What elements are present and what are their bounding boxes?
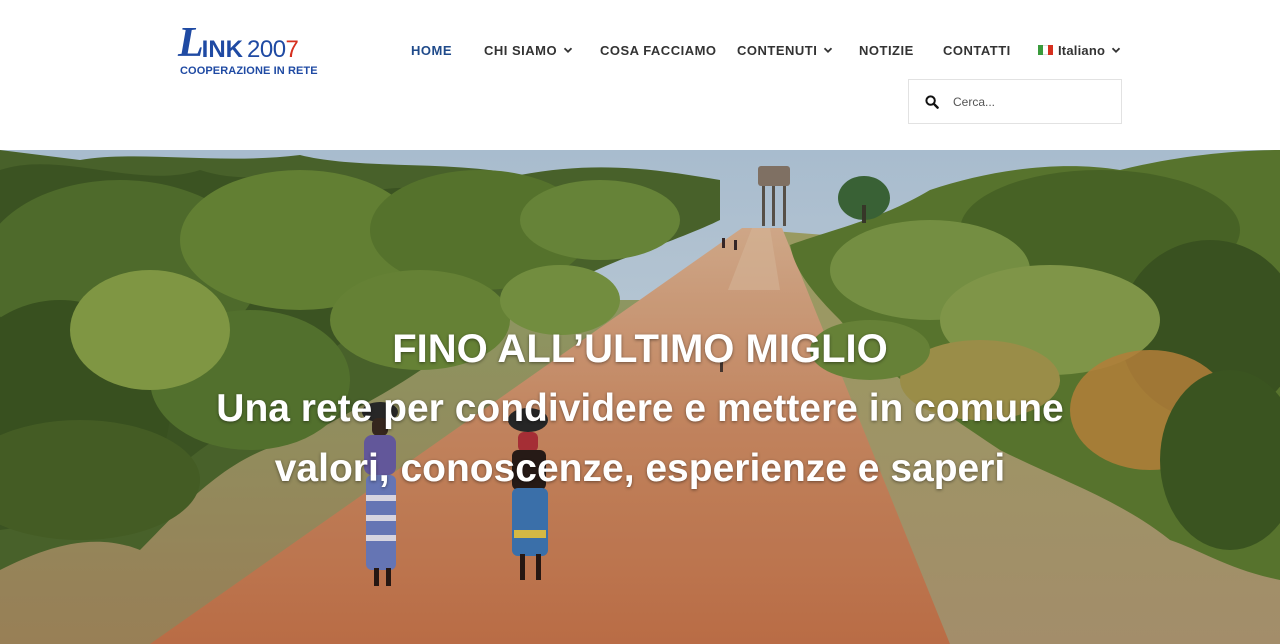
site-header: L INK 2007 COOPERAZIONE IN RETE HOME CHI… [0,0,1280,150]
logo-subtitle: COOPERAZIONE IN RETE [180,65,318,77]
search-icon[interactable] [925,94,939,109]
italy-flag-icon [1038,45,1053,55]
nav-item-chi-siamo[interactable]: CHI SIAMO [484,38,573,62]
nav-item-label: NOTIZIE [859,42,914,58]
main-navigation: HOME CHI SIAMO COSA FACCIAMO CONTENUTI N… [0,38,1280,62]
hero-tagline-line-1: Una rete per condividere e mettere in co… [216,387,1064,430]
nav-item-label: CONTATTI [943,42,1011,58]
hero-banner: FINO ALL’ULTIMO MIGLIO Una rete per cond… [0,150,1280,644]
nav-item-notizie[interactable]: NOTIZIE [859,38,914,62]
nav-item-contatti[interactable]: CONTATTI [943,38,1011,62]
chevron-down-icon [563,47,573,53]
search-input[interactable] [953,94,1103,109]
nav-item-label: CONTENUTI [737,42,818,58]
hero-title: FINO ALL’ULTIMO MIGLIO [392,327,888,371]
chevron-down-icon [824,47,833,53]
language-label: Italiano [1058,42,1106,58]
chevron-down-icon [1111,47,1121,53]
search-box[interactable] [908,79,1122,124]
hero-tagline-line-2: valori, conoscenze, esperienze e saperi [274,447,1006,490]
language-switcher[interactable]: Italiano [1038,38,1121,62]
nav-item-label: COSA FACCIAMO [600,42,717,58]
nav-item-label: HOME [411,42,452,58]
nav-item-cosa-facciamo[interactable]: COSA FACCIAMO [600,38,717,62]
nav-item-home[interactable]: HOME [411,38,452,62]
nav-item-label: CHI SIAMO [484,42,558,58]
nav-item-contenuti[interactable]: CONTENUTI [737,38,833,62]
